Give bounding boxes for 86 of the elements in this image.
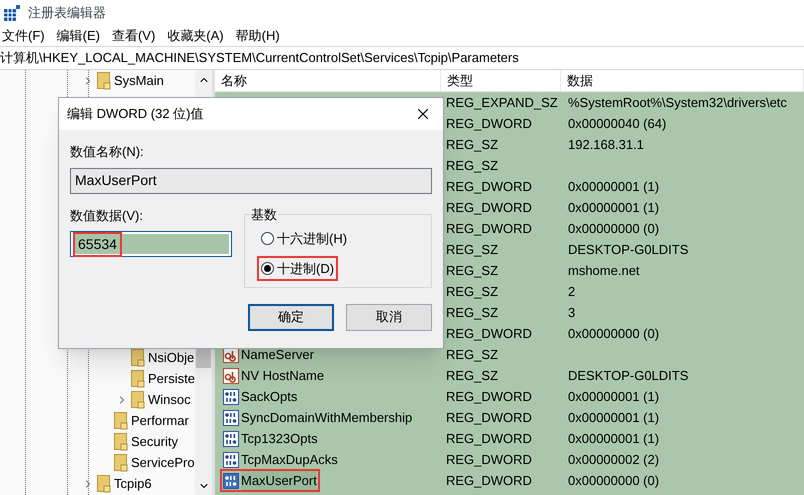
table-cell-text: 0x00000001 (1) xyxy=(567,408,660,427)
binary-value-icon xyxy=(223,452,239,468)
table-cell-text: REG_SZ xyxy=(445,136,500,154)
dialog-title: 编辑 DWORD (32 位)值 xyxy=(67,105,204,124)
table-cell-text: 0x00000000 (0) xyxy=(567,324,660,343)
scroll-thumb[interactable] xyxy=(196,348,211,368)
binary-value-icon xyxy=(223,472,239,488)
table-cell-text: 192.168.31.1 xyxy=(567,136,645,154)
tree-item[interactable]: Performar xyxy=(131,410,189,430)
table-cell-text: REG_DWORD xyxy=(445,408,533,427)
column-header[interactable]: 数据 xyxy=(561,70,804,91)
table-cell-text: mshome.net xyxy=(567,262,641,280)
value-name[interactable]: Tcp1323Opts xyxy=(220,426,321,450)
table-cell-text: REG_DWORD xyxy=(445,178,533,196)
window-title: 注册表编辑器 xyxy=(28,4,106,22)
table-cell-text: REG_SZ xyxy=(445,366,500,385)
table-cell-text: 0x00000040 (64) xyxy=(567,114,668,133)
folder-icon xyxy=(114,432,128,450)
menu-item[interactable]: 收藏夹(A) xyxy=(167,26,224,46)
field-label: 数值名称(N): xyxy=(70,143,145,161)
table-cell-text: REG_DWORD xyxy=(445,198,533,217)
table-cell-text: 0x00000000 (0) xyxy=(567,472,660,490)
tree-item[interactable]: Tcpip6 xyxy=(114,474,152,494)
table-cell-text: REG_DWORD xyxy=(445,472,533,490)
folder-icon xyxy=(114,454,128,472)
dialog-button[interactable]: 确定 xyxy=(248,304,334,330)
value-data-text: 65534 xyxy=(73,232,122,256)
tree-item[interactable]: Security xyxy=(131,432,178,452)
value-name-field[interactable]: MaxUserPort xyxy=(70,168,432,194)
string-value-icon xyxy=(223,368,239,384)
dialog-button[interactable]: 取消 xyxy=(346,304,432,330)
tree-item[interactable]: ServicePro xyxy=(131,452,195,472)
value-name[interactable]: NV HostName xyxy=(220,364,328,388)
radio-option[interactable]: 十六进制(H) xyxy=(257,226,352,252)
table-cell-text: REG_SZ xyxy=(445,240,500,259)
menu-item[interactable]: 编辑(E) xyxy=(56,26,100,46)
binary-value-icon xyxy=(223,388,239,404)
table-cell-text: 0x00000000 (0) xyxy=(567,220,660,238)
menu-item[interactable]: 文件(F) xyxy=(2,26,45,46)
table-cell-text: REG_DWORD xyxy=(445,388,533,406)
table-cell-text: REG_SZ xyxy=(445,346,500,364)
menu-item[interactable]: 帮助(H) xyxy=(236,26,280,46)
table-cell-text: %SystemRoot%\System32\drivers\etc xyxy=(567,94,788,112)
table-cell-text: REG_SZ xyxy=(445,156,500,175)
address-bar[interactable]: 计算机\HKEY_LOCAL_MACHINE\SYSTEM\CurrentControlSet\Services\Tcpip\Parameters xyxy=(0,48,519,68)
tree-item[interactable]: Persiste xyxy=(148,368,195,388)
value-name[interactable]: SyncDomainWithMembership xyxy=(220,406,416,430)
table-cell-text: REG_DWORD xyxy=(445,324,533,343)
table-cell-text: DESKTOP-G0LDITS xyxy=(567,240,690,259)
table-cell-text: 0x00000002 (2) xyxy=(567,450,660,469)
table-cell-text: DESKTOP-G0LDITS xyxy=(567,366,690,385)
tree-item[interactable]: Winsoc xyxy=(148,390,191,410)
table-cell-text: 2 xyxy=(567,282,576,301)
table-cell-text: 0x00000001 (1) xyxy=(567,430,660,448)
folder-icon xyxy=(131,390,145,408)
column-header[interactable]: 名称 xyxy=(215,70,441,91)
value-data-field[interactable]: 65534 xyxy=(70,231,232,257)
table-cell-text: REG_SZ xyxy=(445,304,500,322)
table-cell-text: 0x00000001 (1) xyxy=(567,388,660,406)
table-cell-text: REG_DWORD xyxy=(445,450,533,469)
folder-icon xyxy=(97,72,111,90)
value-name[interactable]: SackOpts xyxy=(220,384,300,408)
value-name[interactable]: TcpMaxDupAcks xyxy=(220,448,341,472)
tree-item[interactable]: SysMain xyxy=(114,70,164,90)
folder-icon xyxy=(131,370,145,388)
table-cell-text: REG_EXPAND_SZ xyxy=(445,94,559,112)
folder-icon xyxy=(97,474,111,492)
radio-option[interactable]: 十进制(D) xyxy=(257,256,338,281)
value-name[interactable]: MaxUserPort xyxy=(220,468,320,492)
table-cell-text: 0x00000001 (1) xyxy=(567,198,660,217)
table-cell-text: 3 xyxy=(567,304,576,322)
menu-item[interactable]: 查看(V) xyxy=(112,26,156,46)
registry-app-icon xyxy=(4,4,20,20)
folder-icon xyxy=(114,412,128,430)
table-cell-text: REG_SZ xyxy=(445,262,500,280)
table-cell-text: 0x00000001 (1) xyxy=(567,178,660,196)
table-cell-text: REG_DWORD xyxy=(445,220,533,238)
table-cell-text: REG_SZ xyxy=(445,282,500,301)
binary-value-icon xyxy=(223,410,239,426)
tree-item[interactable]: NsiObje xyxy=(148,348,194,368)
column-header[interactable]: 类型 xyxy=(441,70,561,91)
binary-value-icon xyxy=(223,430,239,446)
table-cell-text: REG_DWORD xyxy=(445,430,533,448)
folder-icon xyxy=(131,348,145,366)
table-cell-text: REG_DWORD xyxy=(445,114,533,133)
field-label: 数值数据(V): xyxy=(70,206,144,225)
